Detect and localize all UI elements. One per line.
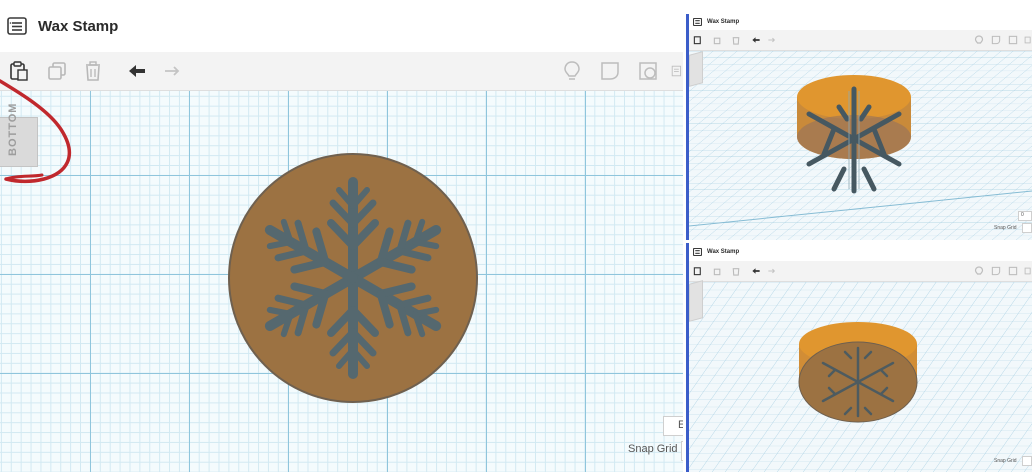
shape-outline-icon[interactable]	[990, 34, 1002, 46]
snap-grid-select[interactable]	[681, 441, 683, 461]
delete-icon[interactable]	[730, 265, 742, 277]
perspective-viewport[interactable]: Snap Grid	[689, 280, 1032, 472]
paste-icon[interactable]	[692, 34, 704, 46]
undo-icon[interactable]	[750, 34, 762, 46]
edit-grid-button[interactable]: E	[663, 416, 683, 436]
top-right-toolbar-right	[973, 34, 1032, 46]
wax-stamp-top-view[interactable]	[227, 152, 479, 404]
duplicate-icon[interactable]	[712, 265, 724, 277]
bottom-right-view-panel: Wax Stamp Snap Grid	[686, 243, 1032, 472]
paste-icon[interactable]	[692, 265, 704, 277]
undo-icon[interactable]	[750, 265, 762, 277]
top-right-title-bar: Wax Stamp	[689, 14, 1032, 31]
wax-stamp-bottom-perspective[interactable]	[793, 318, 923, 438]
light-bulb-icon[interactable]	[559, 58, 585, 84]
group-icon[interactable]	[1007, 265, 1019, 277]
delete-icon[interactable]	[730, 34, 742, 46]
design-title[interactable]: Wax Stamp	[707, 249, 739, 255]
main-toolbar-right	[559, 58, 683, 84]
snap-grid-label: Snap Grid	[994, 458, 1017, 464]
shape-outline-icon[interactable]	[597, 58, 623, 84]
bottom-right-toolbar	[689, 261, 1032, 282]
edit-grid-label: E	[678, 419, 683, 431]
main-title-bar: Wax Stamp	[0, 0, 683, 53]
edit-grid-button[interactable]: 0	[1018, 211, 1032, 221]
wax-stamp-bottom-perspective[interactable]	[789, 59, 919, 199]
redo-icon[interactable]	[160, 58, 186, 84]
menu-icon[interactable]	[692, 247, 702, 257]
group-icon[interactable]	[635, 58, 661, 84]
view-cube-edge[interactable]	[689, 51, 703, 87]
value-label: 0	[1021, 212, 1024, 218]
snap-grid-select[interactable]	[1022, 223, 1032, 233]
main-workplane-panel: Wax Stamp BOTTOM E Snap Grid	[0, 0, 683, 472]
menu-icon[interactable]	[6, 15, 28, 37]
align-icon[interactable]	[1024, 34, 1032, 46]
light-bulb-icon[interactable]	[973, 34, 985, 46]
light-bulb-icon[interactable]	[973, 265, 985, 277]
annotation-curve	[0, 79, 72, 184]
snap-grid-label: Snap Grid	[994, 225, 1017, 231]
menu-icon[interactable]	[692, 17, 702, 27]
workplane-grid[interactable]: BOTTOM E Snap Grid	[0, 79, 683, 472]
top-right-toolbar	[689, 30, 1032, 51]
duplicate-icon[interactable]	[712, 34, 724, 46]
group-icon[interactable]	[1007, 34, 1019, 46]
design-title[interactable]: Wax Stamp	[707, 19, 739, 25]
design-title[interactable]: Wax Stamp	[38, 18, 118, 35]
redo-icon[interactable]	[766, 34, 778, 46]
bottom-right-toolbar-right	[973, 265, 1032, 277]
perspective-viewport[interactable]: Snap Grid 0	[689, 51, 1032, 240]
align-icon[interactable]	[1024, 265, 1032, 277]
snap-grid-label: Snap Grid	[628, 443, 678, 455]
bottom-right-title-bar: Wax Stamp	[689, 243, 1032, 262]
align-icon[interactable]	[671, 58, 683, 84]
undo-icon[interactable]	[124, 58, 150, 84]
shape-outline-icon[interactable]	[990, 265, 1002, 277]
view-cube-edge[interactable]	[689, 280, 703, 322]
redo-icon[interactable]	[766, 265, 778, 277]
top-right-view-panel: Wax Stamp Snap Grid 0	[686, 14, 1032, 240]
snap-grid-select[interactable]	[1022, 456, 1032, 466]
